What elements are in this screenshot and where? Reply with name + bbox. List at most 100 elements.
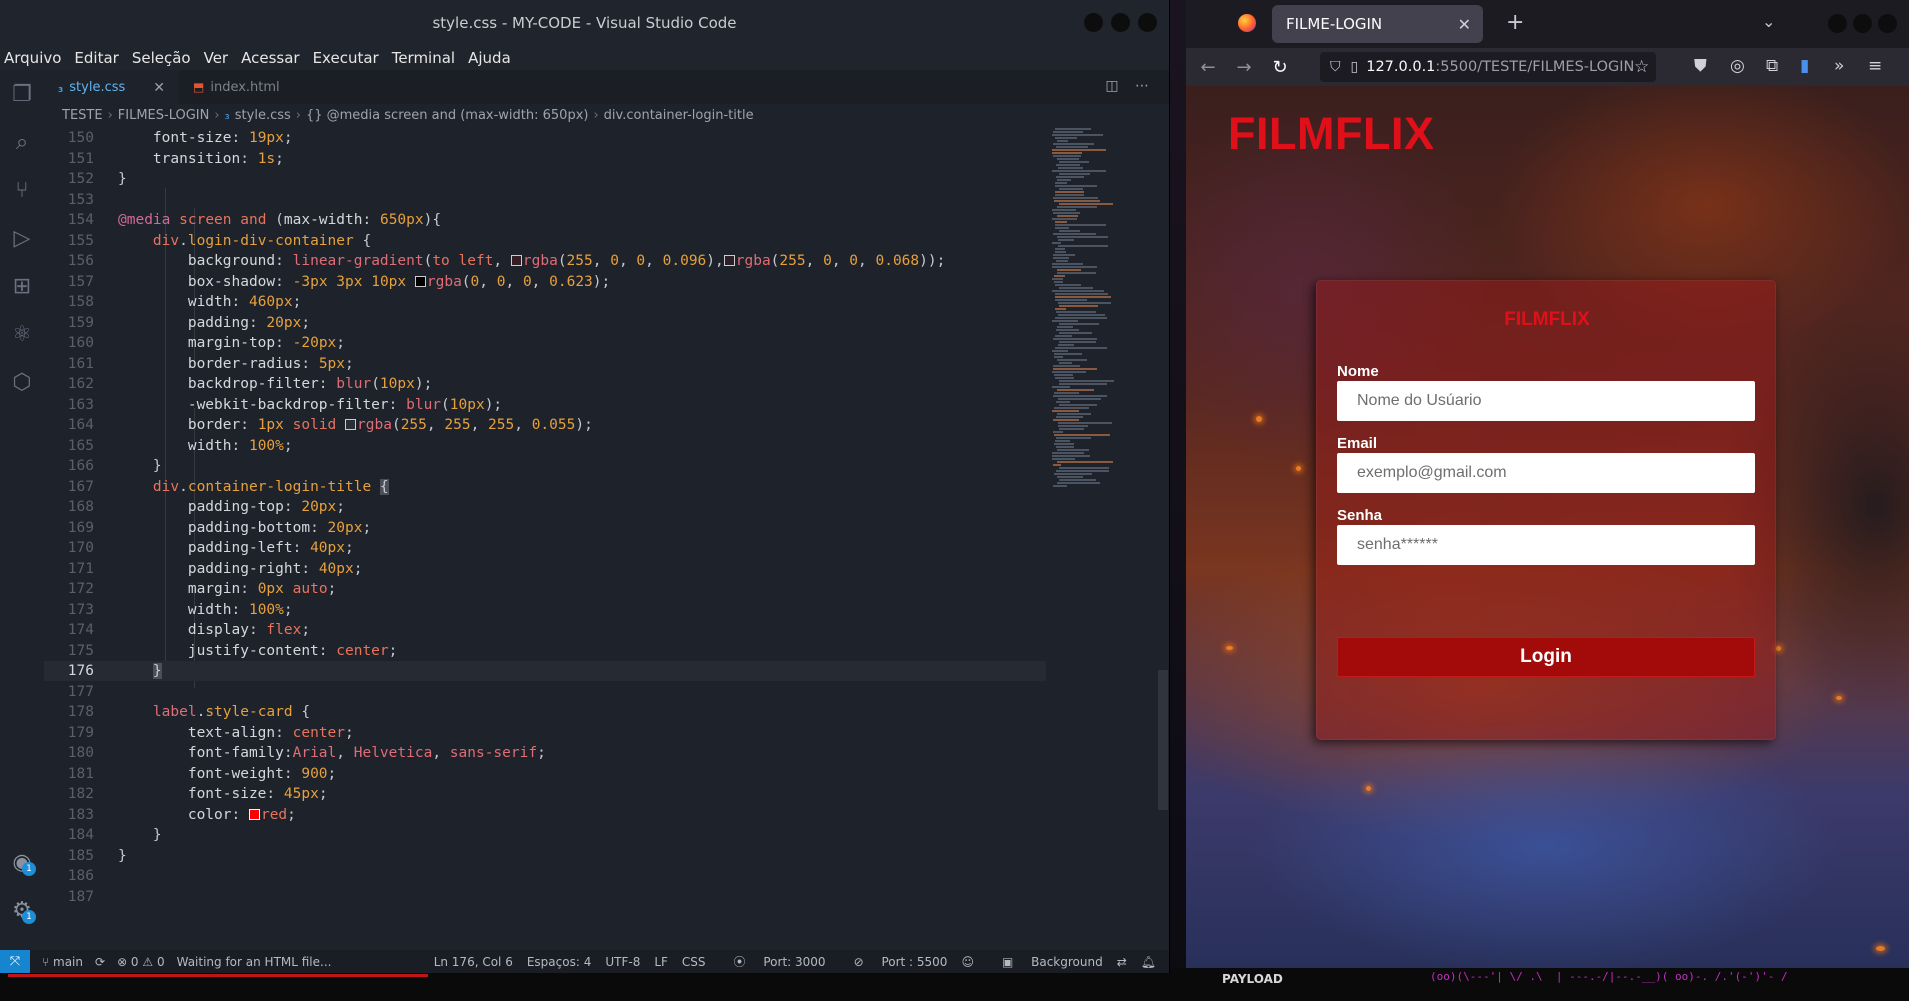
code-line[interactable]: 170 padding-left: 40px; (44, 538, 1046, 558)
code-line[interactable]: 158 width: 460px; (44, 292, 1046, 312)
name-input[interactable] (1337, 381, 1755, 421)
browser-tab[interactable]: FILME-LOGIN ✕ (1272, 5, 1483, 43)
cursor-position[interactable]: Ln 176, Col 6 (434, 955, 513, 969)
code-line[interactable]: 151 transition: 1s; (44, 149, 1046, 169)
new-tab-icon[interactable]: + (1506, 10, 1524, 35)
code-line[interactable]: 185} (44, 846, 1046, 866)
minimize-button[interactable] (1084, 13, 1103, 32)
port-3000-status[interactable]: ⦿ Port: 3000 (720, 953, 826, 970)
overflow-chevrons-icon[interactable]: » (1834, 56, 1844, 76)
menu-arquivo[interactable]: Arquivo (4, 49, 61, 67)
close-button[interactable] (1138, 13, 1157, 32)
breadcrumb-item[interactable]: FILMES-LOGIN (118, 108, 210, 123)
menu-executar[interactable]: Executar (313, 49, 379, 67)
notifications-bell-icon[interactable]: 🔔︎ (1141, 955, 1156, 969)
split-editor-icon[interactable]: ◫ (1105, 78, 1118, 94)
menu-terminal[interactable]: Terminal (392, 49, 455, 67)
extensions-puzzle-icon[interactable]: ⧉ (1766, 56, 1778, 76)
search-icon[interactable]: ⌕ (0, 118, 44, 166)
accounts-icon[interactable]: ◉ 1 (0, 840, 44, 884)
explorer-icon[interactable]: ❐ (0, 70, 44, 118)
branch-status[interactable]: ⑂ main (42, 955, 83, 969)
eol-status[interactable]: LF (654, 955, 668, 969)
code-line[interactable]: 178 label.style-card { (44, 702, 1046, 722)
code-line[interactable]: 169 padding-bottom: 20px; (44, 518, 1046, 538)
code-line[interactable]: 154 @media screen and (max-width: 650px){ (44, 210, 1046, 230)
code-line[interactable]: 157 box-shadow: -3px 3px 10px rgba(0, 0,… (44, 272, 1046, 292)
extension-icon[interactable]: ▮ (1800, 56, 1809, 76)
breadcrumb-item[interactable]: {} @media screen and (max-width: 650px) (306, 108, 589, 123)
menu-selecao[interactable]: Seleção (132, 49, 191, 67)
code-line[interactable]: 167 div.container-login-title { (44, 477, 1046, 497)
tab-style-css[interactable]: ₃ style.css ✕ (44, 70, 179, 104)
extensions-icon[interactable]: ⊞ (0, 262, 44, 310)
code-line[interactable]: 184 } (44, 825, 1046, 845)
site-logo[interactable]: FILMFLIX (1228, 108, 1434, 160)
close-tab-icon[interactable]: ✕ (153, 80, 165, 96)
pocket-icon[interactable]: ⛊ (1694, 56, 1707, 76)
tab-list-chevron-down-icon[interactable]: ⌄ (1762, 12, 1775, 31)
settings-gear-icon[interactable]: ⚙ 1 (0, 888, 44, 932)
copilot-icon[interactable]: ☺ (961, 955, 974, 969)
minimap[interactable] (1050, 128, 1150, 498)
menu-acessar[interactable]: Acessar (241, 49, 299, 67)
live-share-icon[interactable]: ⇄ (1117, 955, 1127, 969)
reload-icon[interactable]: ↻ (1262, 57, 1298, 78)
page-info-icon[interactable]: ▯ (1351, 59, 1359, 75)
code-line[interactable]: 159 padding: 20px; (44, 313, 1046, 333)
menu-editar[interactable]: Editar (74, 49, 118, 67)
back-arrow-icon[interactable]: ← (1190, 57, 1226, 78)
more-actions-icon[interactable]: ⋯ (1135, 78, 1149, 94)
code-line[interactable]: 162 backdrop-filter: blur(10px); (44, 374, 1046, 394)
hamburger-menu-icon[interactable]: ≡ (1868, 56, 1882, 76)
forward-arrow-icon[interactable]: → (1226, 57, 1262, 78)
maximize-button[interactable] (1111, 13, 1130, 32)
react-icon[interactable]: ⚛ (0, 310, 44, 358)
code-line[interactable]: 155 div.login-div-container { (44, 231, 1046, 251)
code-line[interactable]: 152} (44, 169, 1046, 189)
maximize-button[interactable] (1853, 14, 1872, 33)
breadcrumb-item[interactable]: div.container-login-title (604, 108, 754, 123)
source-control-icon[interactable]: ⑂ (0, 166, 44, 214)
code-line[interactable]: 180 font-family:Arial, Helvetica, sans-s… (44, 743, 1046, 763)
problems-status[interactable]: ⊗ 0 ⚠ 0 (117, 955, 165, 969)
language-status[interactable]: CSS (682, 955, 706, 969)
breadcrumb-item[interactable]: style.css (235, 108, 291, 123)
menu-ver[interactable]: Ver (204, 49, 229, 67)
login-button[interactable]: Login (1337, 637, 1755, 677)
encoding-status[interactable]: UTF-8 (605, 955, 640, 969)
tab-index-html[interactable]: ⬒ index.html (179, 70, 294, 104)
url-bar[interactable]: ⛉ ▯ 127.0.0.1:5500/TESTE/FILMES-LOGIN (1320, 52, 1656, 82)
code-line[interactable]: 176 } (44, 661, 1046, 681)
close-button[interactable] (1878, 14, 1897, 33)
code-line[interactable]: 156 background: linear-gradient(to left,… (44, 251, 1046, 271)
close-tab-icon[interactable]: ✕ (1458, 15, 1471, 34)
code-line[interactable]: 150 font-size: 19px; (44, 128, 1046, 148)
background-status[interactable]: ▣ Background (988, 955, 1103, 969)
code-line[interactable]: 168 padding-top: 20px; (44, 497, 1046, 517)
indentation-status[interactable]: Espaços: 4 (527, 955, 592, 969)
code-line[interactable]: 153 (44, 190, 1046, 210)
account-icon[interactable]: ◎ (1730, 56, 1745, 76)
sync-icon[interactable]: ⟳ (95, 955, 105, 969)
remote-explorer-icon[interactable]: ⬡ (0, 358, 44, 406)
menu-ajuda[interactable]: Ajuda (468, 49, 511, 67)
code-line[interactable]: 187 (44, 887, 1046, 907)
code-line[interactable]: 161 border-radius: 5px; (44, 354, 1046, 374)
code-line[interactable]: 171 padding-right: 40px; (44, 559, 1046, 579)
code-line[interactable]: 175 justify-content: center; (44, 641, 1046, 661)
shield-icon[interactable]: ⛉ (1330, 59, 1341, 75)
firefox-logo-icon[interactable] (1238, 14, 1256, 32)
code-line[interactable]: 166 } (44, 456, 1046, 476)
email-input[interactable] (1337, 453, 1755, 493)
code-line[interactable]: 165 width: 100%; (44, 436, 1046, 456)
code-line[interactable]: 173 width: 100%; (44, 600, 1046, 620)
code-line[interactable]: 186 (44, 866, 1046, 886)
code-line[interactable]: 177 (44, 682, 1046, 702)
code-line[interactable]: 182 font-size: 45px; (44, 784, 1046, 804)
remote-indicator-icon[interactable]: ⤧ (0, 950, 30, 973)
minimize-button[interactable] (1828, 14, 1847, 33)
code-line[interactable]: 179 text-align: center; (44, 723, 1046, 743)
bookmark-star-icon[interactable]: ☆ (1634, 57, 1649, 77)
code-line[interactable]: 164 border: 1px solid rgba(255, 255, 255… (44, 415, 1046, 435)
